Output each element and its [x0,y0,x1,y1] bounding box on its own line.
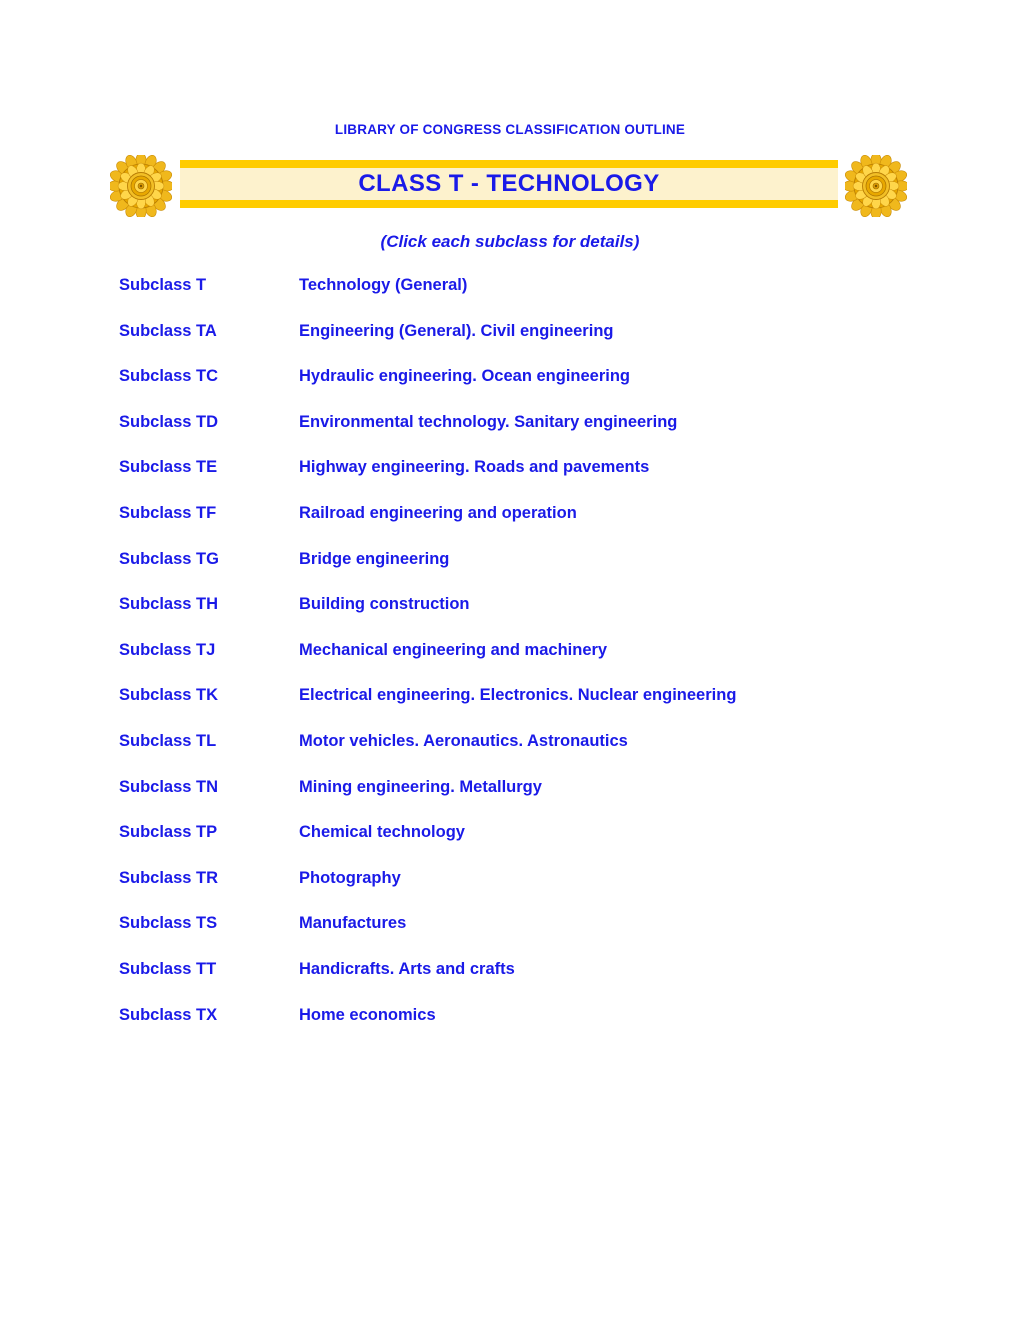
subclass-list: Subclass T Technology (General) Subclass… [119,276,979,1051]
subclass-row[interactable]: Subclass TP Chemical technology [119,823,979,869]
page-eyebrow-title: LIBRARY OF CONGRESS CLASSIFICATION OUTLI… [334,122,686,137]
subclass-code-link[interactable]: Subclass TA [119,322,299,341]
subclass-code-link[interactable]: Subclass TJ [119,641,299,660]
rosette-ornament-right [845,155,907,217]
subclass-row[interactable]: Subclass TR Photography [119,869,979,915]
subclass-code-link[interactable]: Subclass TL [119,732,299,751]
subclass-row[interactable]: Subclass T Technology (General) [119,276,979,322]
subclass-code-link[interactable]: Subclass TR [119,869,299,888]
subclass-title-link[interactable]: Building construction [299,595,470,614]
subclass-title-link[interactable]: Railroad engineering and operation [299,504,577,523]
subclass-row[interactable]: Subclass TL Motor vehicles. Aeronautics.… [119,732,979,778]
banner-bar-bottom [180,200,838,208]
subclass-title-link[interactable]: Mining engineering. Metallurgy [299,778,542,797]
subclass-row[interactable]: Subclass TC Hydraulic engineering. Ocean… [119,367,979,413]
subclass-code-link[interactable]: Subclass TS [119,914,299,933]
subclass-row[interactable]: Subclass TE Highway engineering. Roads a… [119,458,979,504]
subclass-row[interactable]: Subclass TG Bridge engineering [119,550,979,596]
subclass-row[interactable]: Subclass TS Manufactures [119,914,979,960]
subclass-code-link[interactable]: Subclass TK [119,686,299,705]
subclass-title-link[interactable]: Technology (General) [299,276,467,295]
subclass-title-link[interactable]: Hydraulic engineering. Ocean engineering [299,367,630,386]
subclass-row[interactable]: Subclass TF Railroad engineering and ope… [119,504,979,550]
subclass-code-link[interactable]: Subclass TE [119,458,299,477]
page-header: LIBRARY OF CONGRESS CLASSIFICATION OUTLI… [0,121,1020,139]
subclass-row[interactable]: Subclass TX Home economics [119,1006,979,1052]
subclass-code-link[interactable]: Subclass TD [119,413,299,432]
subclass-row[interactable]: Subclass TH Building construction [119,595,979,641]
class-title-banner: CLASS T - TECHNOLOGY [180,160,838,208]
subclass-title-link[interactable]: Bridge engineering [299,550,449,569]
subclass-row[interactable]: Subclass TA Engineering (General). Civil… [119,322,979,368]
subclass-code-link[interactable]: Subclass TT [119,960,299,979]
subclass-title-link[interactable]: Engineering (General). Civil engineering [299,322,613,341]
subclass-code-link[interactable]: Subclass TG [119,550,299,569]
subclass-title-link[interactable]: Chemical technology [299,823,465,842]
subclass-row[interactable]: Subclass TD Environmental technology. Sa… [119,413,979,459]
title-banner-region: CLASS T - TECHNOLOGY [0,155,1020,217]
subclass-title-link[interactable]: Handicrafts. Arts and crafts [299,960,515,979]
subclass-code-link[interactable]: Subclass TC [119,367,299,386]
subclass-code-link[interactable]: Subclass TF [119,504,299,523]
subclass-row[interactable]: Subclass TT Handicrafts. Arts and crafts [119,960,979,1006]
subclass-title-link[interactable]: Photography [299,869,401,888]
subclass-code-link[interactable]: Subclass TP [119,823,299,842]
subclass-code-link[interactable]: Subclass TH [119,595,299,614]
subclass-code-link[interactable]: Subclass TX [119,1006,299,1025]
subclass-title-link[interactable]: Manufactures [299,914,406,933]
subclass-title-link[interactable]: Electrical engineering. Electronics. Nuc… [299,686,736,705]
subclass-row[interactable]: Subclass TK Electrical engineering. Elec… [119,686,979,732]
rosette-ornament-left [110,155,172,217]
subclass-title-link[interactable]: Mechanical engineering and machinery [299,641,607,660]
subclass-title-link[interactable]: Motor vehicles. Aeronautics. Astronautic… [299,732,628,751]
subclass-code-link[interactable]: Subclass TN [119,778,299,797]
page-subtitle: (Click each subclass for details) [380,232,640,251]
subclass-row[interactable]: Subclass TN Mining engineering. Metallur… [119,778,979,824]
subclass-title-link[interactable]: Environmental technology. Sanitary engin… [299,413,677,432]
subclass-title-link[interactable]: Home economics [299,1006,436,1025]
subclass-row[interactable]: Subclass TJ Mechanical engineering and m… [119,641,979,687]
subclass-code-link[interactable]: Subclass T [119,276,299,295]
subclass-title-link[interactable]: Highway engineering. Roads and pavements [299,458,649,477]
